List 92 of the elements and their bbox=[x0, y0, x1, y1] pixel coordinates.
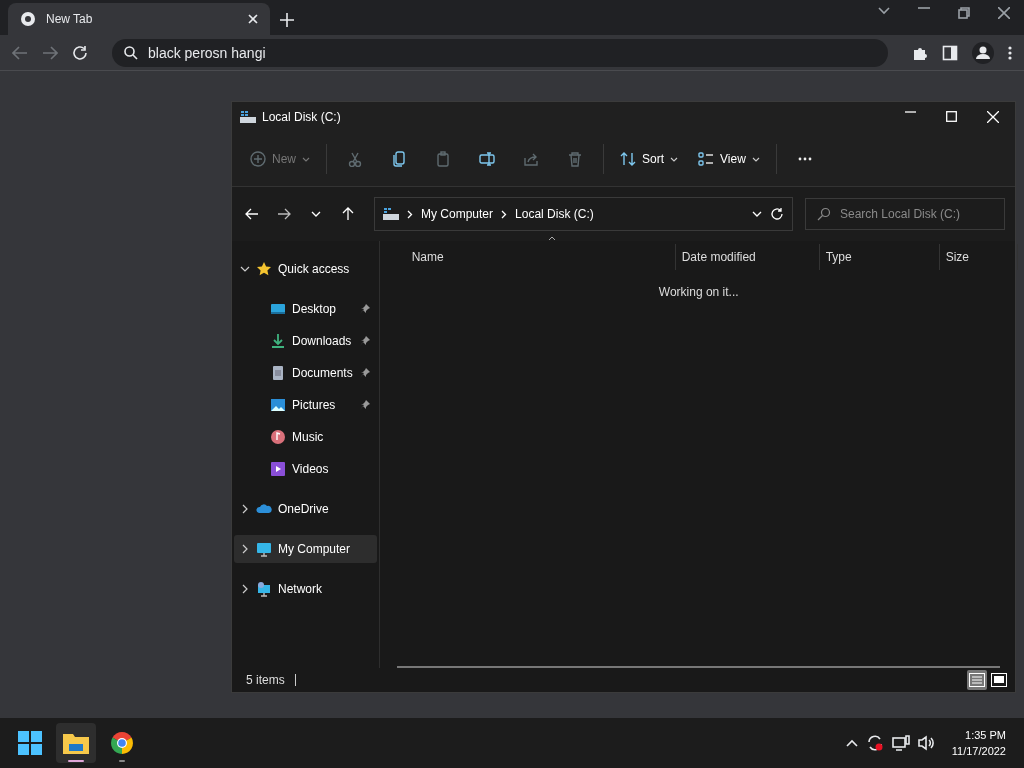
nav-item[interactable]: My Computer bbox=[234, 535, 377, 563]
nav-item[interactable]: Network bbox=[234, 575, 377, 603]
picture-icon bbox=[270, 397, 286, 413]
reload-icon[interactable] bbox=[72, 44, 88, 61]
clock-time: 1:35 PM bbox=[965, 728, 1006, 743]
chevron-right-icon bbox=[240, 584, 250, 594]
nav-item[interactable]: Downloads bbox=[234, 327, 377, 355]
network-icon bbox=[256, 581, 272, 597]
search-icon bbox=[817, 207, 831, 221]
loading-message: Working on it... bbox=[658, 285, 739, 299]
minimize-icon[interactable] bbox=[918, 6, 930, 9]
sort-button[interactable]: Sort bbox=[612, 142, 687, 176]
chevron-up-icon[interactable] bbox=[845, 739, 858, 747]
plus-circle-icon bbox=[250, 151, 266, 167]
windows-logo-icon bbox=[18, 731, 42, 755]
folder-icon bbox=[63, 732, 89, 754]
maximize-icon[interactable] bbox=[946, 111, 957, 122]
document-icon bbox=[270, 365, 286, 381]
nav-item[interactable]: OneDrive bbox=[234, 495, 377, 523]
column-header[interactable]: Type bbox=[819, 244, 940, 270]
copy-icon bbox=[391, 151, 407, 167]
clipboard-icon bbox=[435, 151, 451, 167]
chevron-right-icon bbox=[407, 209, 413, 219]
chevron-right-icon bbox=[240, 504, 250, 514]
chevron-down-icon bbox=[240, 264, 250, 274]
caret-icon bbox=[751, 156, 760, 162]
forward-arrow-icon bbox=[277, 208, 291, 220]
nav-item[interactable]: Videos bbox=[234, 455, 377, 483]
scrollbar[interactable] bbox=[396, 666, 1000, 668]
nav-item[interactable]: Desktop bbox=[234, 295, 377, 323]
rename-icon bbox=[479, 151, 495, 167]
browser-tab[interactable]: New Tab bbox=[8, 3, 270, 35]
share-icon bbox=[523, 151, 539, 167]
music-icon bbox=[270, 429, 286, 445]
tiles-view-button[interactable] bbox=[989, 670, 1009, 690]
restore-icon[interactable] bbox=[958, 6, 970, 19]
tab-title: New Tab bbox=[46, 12, 94, 26]
profile-icon[interactable] bbox=[972, 41, 994, 64]
back-arrow-icon bbox=[245, 208, 259, 220]
nav-item[interactable]: Documents bbox=[234, 359, 377, 387]
computer-icon bbox=[256, 541, 272, 557]
forward-arrow-icon[interactable] bbox=[42, 45, 58, 60]
network-icon[interactable] bbox=[891, 735, 910, 751]
up-arrow-icon bbox=[342, 207, 354, 221]
search-field[interactable]: Search Local Disk (C:) bbox=[805, 198, 1005, 230]
video-icon bbox=[270, 461, 286, 477]
breadcrumb-item[interactable]: My Computer bbox=[421, 207, 494, 221]
star-icon bbox=[256, 261, 272, 277]
back-arrow-icon[interactable] bbox=[12, 45, 28, 60]
chevron-down-icon[interactable] bbox=[878, 6, 890, 15]
browser-logo-icon bbox=[110, 731, 134, 755]
address-text: black perosn hangi bbox=[148, 44, 266, 61]
drive-icon bbox=[240, 110, 256, 124]
clock-date: 11/17/2022 bbox=[951, 744, 1006, 759]
address-bar[interactable]: black perosn hangi bbox=[112, 38, 888, 67]
nav-item[interactable]: Pictures bbox=[234, 391, 377, 419]
window-title: Local Disk (C:) bbox=[262, 110, 342, 124]
search-icon bbox=[124, 45, 138, 60]
column-header[interactable]: Date modified bbox=[675, 244, 820, 270]
tiles-view-icon bbox=[991, 673, 1007, 687]
item-count: 5 items bbox=[246, 673, 285, 687]
new-tab-icon[interactable] bbox=[280, 13, 294, 27]
refresh-icon[interactable] bbox=[770, 207, 784, 221]
browser-logo-icon bbox=[20, 11, 36, 27]
column-header[interactable]: Size bbox=[939, 244, 1018, 270]
details-view-button[interactable] bbox=[967, 670, 987, 690]
chevron-down-icon bbox=[311, 211, 321, 217]
nav-item[interactable]: Music bbox=[234, 423, 377, 451]
breadcrumb-item[interactable]: Local Disk (C:) bbox=[515, 207, 594, 221]
view-list-icon bbox=[698, 151, 715, 167]
sort-caret-icon bbox=[547, 236, 556, 241]
speaker-icon[interactable] bbox=[917, 735, 936, 751]
chevron-right-icon bbox=[501, 209, 508, 219]
taskbar-app[interactable] bbox=[56, 723, 96, 763]
details-view-icon bbox=[969, 673, 985, 687]
view-button[interactable]: View bbox=[690, 142, 768, 176]
caret-icon bbox=[670, 156, 679, 162]
chevron-right-icon bbox=[240, 544, 250, 554]
trash-icon bbox=[567, 151, 583, 167]
download-icon bbox=[270, 333, 286, 349]
nav-item[interactable]: Quick access bbox=[234, 255, 377, 283]
drive-icon bbox=[383, 207, 399, 221]
close-icon[interactable] bbox=[998, 6, 1010, 19]
address-bar[interactable]: My Computer Local Disk (C:) bbox=[374, 197, 793, 231]
desktop-icon bbox=[270, 301, 286, 317]
sync-icon[interactable] bbox=[865, 734, 884, 752]
side-panel-icon[interactable] bbox=[942, 44, 958, 61]
scissors-icon bbox=[347, 151, 363, 167]
caret-icon bbox=[302, 156, 310, 162]
menu-icon[interactable] bbox=[1008, 45, 1012, 60]
sort-icon bbox=[620, 151, 636, 167]
column-header[interactable]: Name bbox=[405, 244, 676, 270]
